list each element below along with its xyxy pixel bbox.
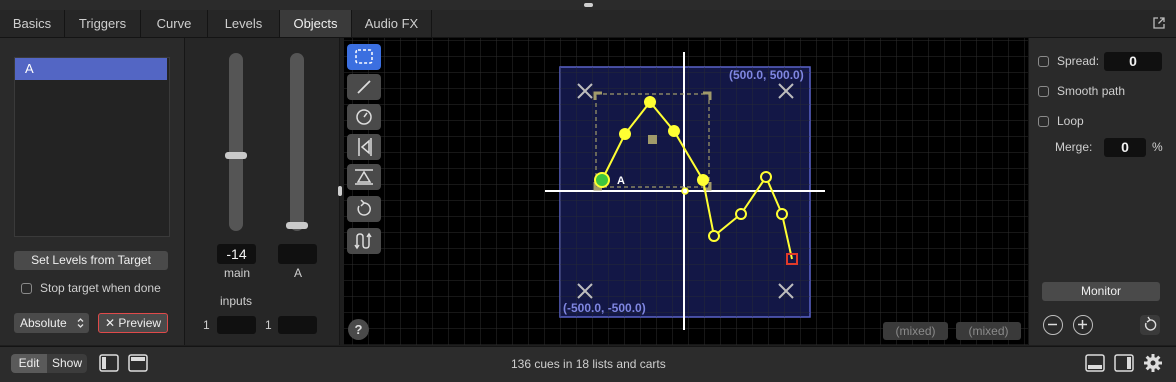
input-2-index: 1 <box>265 318 272 332</box>
spread-label: Spread: <box>1057 54 1100 68</box>
merge-unit: % <box>1152 140 1163 154</box>
resize-handle[interactable] <box>584 3 593 7</box>
stop-target-label: Stop target when done <box>40 281 161 295</box>
path-point[interactable] <box>668 125 680 137</box>
left-panel-icon[interactable] <box>99 354 119 372</box>
flip-vertical-tool[interactable] <box>347 164 381 190</box>
monitor-button[interactable]: Monitor <box>1042 282 1160 301</box>
reset-icon <box>1144 316 1157 331</box>
selection-center-handle[interactable] <box>648 135 657 144</box>
chevron-updown-icon <box>77 318 84 328</box>
bottom-panel-icon[interactable] <box>1085 354 1105 372</box>
bottom-left-coordinate: (-500.0, -500.0) <box>563 301 646 315</box>
mixed-field-2[interactable]: (mixed) <box>956 322 1021 340</box>
spread-checkbox[interactable] <box>1038 56 1049 67</box>
spread-field[interactable]: 0 <box>1104 52 1162 71</box>
object-stage[interactable]: A (500.0, 500.0) (-500.0, -500.0) <box>344 38 1028 345</box>
set-levels-from-target-button[interactable]: Set Levels from Target <box>14 251 168 270</box>
gauge-tool[interactable] <box>347 104 381 130</box>
pop-out-icon[interactable] <box>1152 16 1166 30</box>
path-point[interactable] <box>697 174 709 186</box>
main-slider-track[interactable] <box>229 53 243 231</box>
zoom-out-button[interactable] <box>1043 315 1063 335</box>
mode-select[interactable]: Absolute <box>14 313 89 333</box>
main-level-field[interactable]: -14 <box>217 244 256 264</box>
a-level-label: A <box>294 266 303 280</box>
path-icon <box>354 232 372 250</box>
gear-icon[interactable] <box>1143 353 1163 373</box>
line-tool-icon <box>357 80 371 94</box>
preview-button[interactable]: ✕ Preview <box>98 313 168 333</box>
gauge-icon <box>356 109 372 125</box>
path-point[interactable] <box>735 208 747 220</box>
top-panel-icon[interactable] <box>128 354 148 372</box>
smooth-path-checkbox[interactable] <box>1038 86 1049 97</box>
a-slider-thumb[interactable] <box>286 222 308 229</box>
tab-curve[interactable]: Curve <box>141 10 208 37</box>
path-tool[interactable] <box>347 228 381 254</box>
flip-horizontal-tool[interactable] <box>347 134 381 160</box>
target-list-item[interactable]: A <box>15 58 167 80</box>
input-2-field[interactable] <box>278 316 317 334</box>
path-point[interactable] <box>644 96 656 108</box>
tab-objects[interactable]: Objects <box>280 10 352 37</box>
splitter-handle[interactable] <box>338 186 342 196</box>
tab-audio-fx[interactable]: Audio FX <box>352 10 432 37</box>
a-level-field[interactable] <box>278 244 317 264</box>
path-point[interactable] <box>619 128 631 140</box>
origin-point <box>681 187 689 195</box>
flip-vertical-icon <box>355 169 373 185</box>
zoom-out-icon <box>1048 323 1057 326</box>
rotate-tool[interactable] <box>347 196 381 222</box>
tab-bar: Basics Triggers Curve Levels Objects Aud… <box>0 10 1176 38</box>
main-level-label: main <box>224 266 251 280</box>
marquee-select-icon <box>355 49 373 64</box>
rotate-icon <box>357 199 371 216</box>
status-text: 136 cues in 18 lists and carts <box>511 357 666 371</box>
reset-button[interactable] <box>1140 315 1160 335</box>
input-1-index: 1 <box>203 318 210 332</box>
object-a-marker[interactable] <box>594 172 610 188</box>
tab-levels[interactable]: Levels <box>208 10 280 37</box>
path-point[interactable] <box>708 230 720 242</box>
top-right-coordinate: (500.0, 500.0) <box>729 68 804 82</box>
flip-horizontal-icon <box>358 138 372 156</box>
line-tool[interactable] <box>347 74 381 100</box>
target-list[interactable] <box>14 57 170 237</box>
mode-select-value: Absolute <box>20 316 67 330</box>
path-point[interactable] <box>760 171 772 183</box>
tab-basics[interactable]: Basics <box>0 10 65 37</box>
mixed-field-1[interactable]: (mixed) <box>883 322 948 340</box>
stage-drawing: A (500.0, 500.0) (-500.0, -500.0) <box>344 38 1028 345</box>
close-icon: ✕ <box>104 316 116 330</box>
zoom-in-icon <box>1078 320 1087 329</box>
edit-mode-button[interactable]: Edit <box>11 354 47 373</box>
show-mode-button[interactable]: Show <box>47 354 87 373</box>
smooth-path-label: Smooth path <box>1057 84 1126 98</box>
marquee-select-tool[interactable] <box>347 44 381 70</box>
merge-field[interactable]: 0 <box>1104 138 1146 157</box>
loop-checkbox[interactable] <box>1038 116 1049 127</box>
loop-label: Loop <box>1057 114 1084 128</box>
levels-panel <box>185 38 340 345</box>
preview-button-label: Preview <box>118 316 162 330</box>
object-a-label: A <box>617 175 625 187</box>
right-panel-icon[interactable] <box>1114 354 1134 372</box>
tab-triggers[interactable]: Triggers <box>65 10 141 37</box>
inputs-label: inputs <box>220 294 253 308</box>
input-1-field[interactable] <box>217 316 256 334</box>
merge-label: Merge: <box>1055 140 1093 154</box>
a-slider-track[interactable] <box>290 53 304 231</box>
help-button[interactable]: ? <box>348 319 369 340</box>
zoom-in-button[interactable] <box>1073 315 1093 335</box>
path-point[interactable] <box>776 208 788 220</box>
stop-target-checkbox[interactable] <box>21 283 32 294</box>
main-slider-thumb[interactable] <box>225 152 247 159</box>
